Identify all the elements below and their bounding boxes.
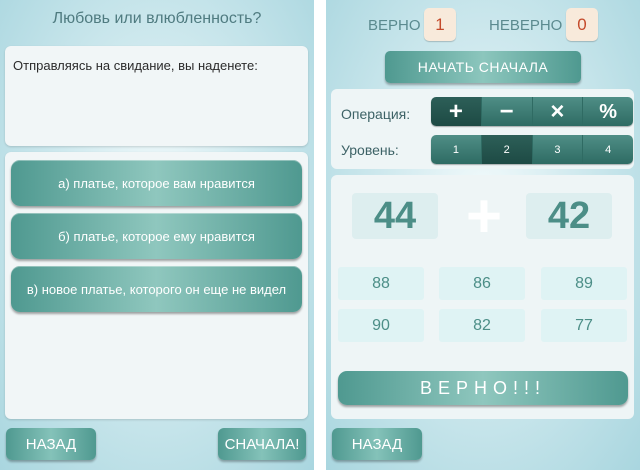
answer-choice[interactable]: 77 xyxy=(541,309,627,342)
multiply-icon: × xyxy=(550,97,565,125)
operand-a: 44 xyxy=(352,193,438,239)
operator-sign: + xyxy=(465,181,503,251)
plus-icon: + xyxy=(448,97,463,125)
level-label: Уровень: xyxy=(341,142,399,158)
answers-panel: а) платье, которое вам нравится б) плать… xyxy=(5,152,308,419)
level-value: 4 xyxy=(605,143,612,156)
level-selector: 1 2 3 4 xyxy=(431,135,633,164)
screen-divider xyxy=(314,0,326,470)
answer-button-a[interactable]: а) платье, которое вам нравится xyxy=(11,160,302,206)
answer-choice[interactable]: 89 xyxy=(541,267,627,300)
answer-label: в) новое платье, которого он еще не виде… xyxy=(26,281,287,297)
start-over-button[interactable]: НАЧАТЬ СНАЧАЛА xyxy=(385,51,581,83)
wrong-count: 0 xyxy=(566,8,598,41)
restart-button[interactable]: СНАЧАЛА! xyxy=(218,428,306,460)
operation-plus[interactable]: + xyxy=(431,97,482,126)
level-1[interactable]: 1 xyxy=(431,135,482,164)
operation-selector: + − × % xyxy=(431,97,633,126)
correct-label: ВЕРНО xyxy=(368,17,421,34)
answer-label: б) платье, которое ему нравится xyxy=(58,228,255,244)
level-value: 2 xyxy=(503,143,510,156)
operation-label: Операция: xyxy=(341,106,411,122)
level-value: 1 xyxy=(452,143,459,156)
answer-choice[interactable]: 90 xyxy=(338,309,424,342)
question-text: Отправляясь на свидание, вы наденете: xyxy=(13,58,258,73)
question-panel: Отправляясь на свидание, вы наденете: xyxy=(5,46,308,146)
settings-panel: Операция: + − × % Уровень: 1 2 3 4 xyxy=(331,89,634,169)
level-3[interactable]: 3 xyxy=(532,135,584,164)
answer-choice[interactable]: 86 xyxy=(439,267,525,300)
level-value: 3 xyxy=(554,143,561,156)
wrong-label: НЕВЕРНО xyxy=(489,17,563,34)
answer-button-b[interactable]: б) платье, которое ему нравится xyxy=(11,213,302,259)
answer-choice[interactable]: 82 xyxy=(439,309,525,342)
level-2[interactable]: 2 xyxy=(481,135,533,164)
correct-count: 1 xyxy=(424,8,456,41)
answer-choice[interactable]: 88 xyxy=(338,267,424,300)
result-banner[interactable]: ВЕРНО!!! xyxy=(338,371,628,405)
operation-multiply[interactable]: × xyxy=(532,97,584,126)
operation-minus[interactable]: − xyxy=(481,97,533,126)
quiz-title: Любовь или влюбленность? xyxy=(52,10,262,27)
minus-icon: − xyxy=(499,97,514,125)
operation-divide[interactable]: % xyxy=(583,97,633,126)
math-trainer-screen: ВЕРНО 1 НЕВЕРНО 0 НАЧАТЬ СНАЧАЛА Операци… xyxy=(326,0,640,470)
operand-b: 42 xyxy=(526,193,612,239)
back-button[interactable]: НАЗАД xyxy=(332,428,422,460)
answer-button-c[interactable]: в) новое платье, которого он еще не виде… xyxy=(11,266,302,312)
quiz-screen: Любовь или влюбленность? Отправляясь на … xyxy=(0,0,314,470)
answer-label: а) платье, которое вам нравится xyxy=(58,175,255,191)
level-4[interactable]: 4 xyxy=(583,135,633,164)
back-button[interactable]: НАЗАД xyxy=(6,428,96,460)
divide-icon: % xyxy=(599,100,618,123)
